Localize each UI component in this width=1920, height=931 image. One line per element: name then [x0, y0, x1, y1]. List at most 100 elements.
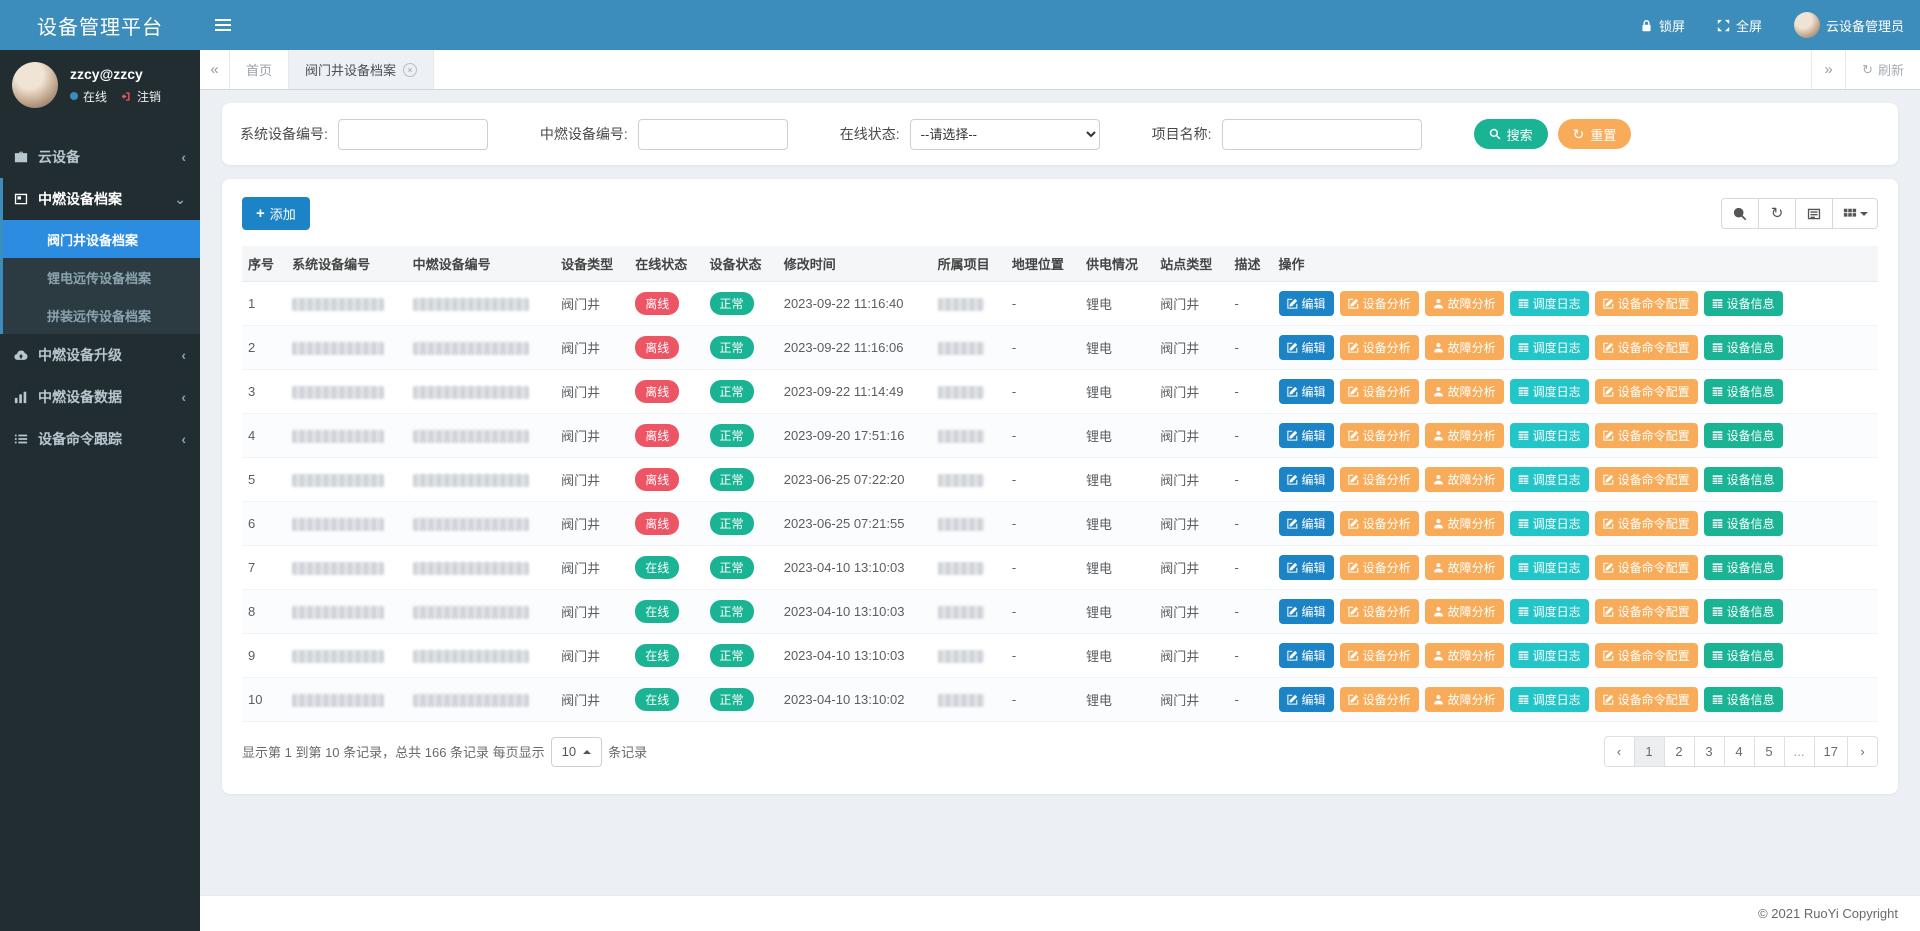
table-columns-button[interactable]	[1832, 198, 1878, 229]
edit-button[interactable]: 编辑	[1279, 379, 1334, 404]
device-command-config-button[interactable]: 设备命令配置	[1595, 643, 1698, 668]
device-info-button[interactable]: 设备信息	[1704, 467, 1783, 492]
fault-analysis-button[interactable]: 故障分析	[1425, 599, 1504, 624]
device-command-config-button[interactable]: 设备命令配置	[1595, 555, 1698, 580]
device-analysis-button[interactable]: 设备分析	[1340, 555, 1419, 580]
dispatch-log-button[interactable]: 调度日志	[1510, 687, 1589, 712]
sidebar-item-device-upgrade[interactable]: 中燃设备升级 ‹	[0, 334, 200, 376]
dispatch-log-button[interactable]: 调度日志	[1510, 423, 1589, 448]
tab-home[interactable]: 首页	[230, 50, 289, 89]
device-info-button[interactable]: 设备信息	[1704, 599, 1783, 624]
device-command-config-button[interactable]: 设备命令配置	[1595, 599, 1698, 624]
table-detail-view-button[interactable]	[1795, 198, 1833, 229]
pagination-prev-button[interactable]: ‹	[1604, 736, 1635, 767]
dispatch-log-button[interactable]: 调度日志	[1510, 599, 1589, 624]
edit-button[interactable]: 编辑	[1279, 555, 1334, 580]
pagination-page-button[interactable]: 4	[1724, 736, 1755, 767]
sidebar-toggle-button[interactable]	[200, 0, 246, 50]
device-analysis-button[interactable]: 设备分析	[1340, 599, 1419, 624]
fault-analysis-button[interactable]: 故障分析	[1425, 467, 1504, 492]
dispatch-log-button[interactable]: 调度日志	[1510, 291, 1589, 316]
add-button[interactable]: + 添加	[242, 197, 310, 230]
pagination-page-button[interactable]: 2	[1664, 736, 1695, 767]
fault-analysis-button[interactable]: 故障分析	[1425, 335, 1504, 360]
device-command-config-button[interactable]: 设备命令配置	[1595, 511, 1698, 536]
edit-button[interactable]: 编辑	[1279, 511, 1334, 536]
logout-button[interactable]: 注销	[122, 88, 161, 105]
edit-button[interactable]: 编辑	[1279, 335, 1334, 360]
device-command-config-button[interactable]: 设备命令配置	[1595, 291, 1698, 316]
device-info-button[interactable]: 设备信息	[1704, 511, 1783, 536]
lock-screen-button[interactable]: 锁屏	[1624, 0, 1701, 50]
device-command-config-button[interactable]: 设备命令配置	[1595, 379, 1698, 404]
device-analysis-button[interactable]: 设备分析	[1340, 511, 1419, 536]
sidebar-item-device-data[interactable]: 中燃设备数据 ‹	[0, 376, 200, 418]
dispatch-log-button[interactable]: 调度日志	[1510, 335, 1589, 360]
device-analysis-button[interactable]: 设备分析	[1340, 291, 1419, 316]
fault-analysis-button[interactable]: 故障分析	[1425, 643, 1504, 668]
sidebar-item-device-archive[interactable]: 中燃设备档案 ⌄	[3, 178, 200, 220]
online-status-select[interactable]: --请选择--	[910, 119, 1100, 150]
device-analysis-button[interactable]: 设备分析	[1340, 335, 1419, 360]
search-button[interactable]: 搜索	[1474, 119, 1548, 149]
sidebar-item-valve-well-archive[interactable]: 阀门井设备档案	[3, 220, 200, 258]
dispatch-log-button[interactable]: 调度日志	[1510, 467, 1589, 492]
sidebar-item-assembled-remote-archive[interactable]: 拼装远传设备档案	[3, 296, 200, 334]
device-analysis-button[interactable]: 设备分析	[1340, 379, 1419, 404]
device-analysis-button[interactable]: 设备分析	[1340, 423, 1419, 448]
tabs-scroll-left-button[interactable]: «	[200, 50, 230, 89]
fault-analysis-button[interactable]: 故障分析	[1425, 379, 1504, 404]
edit-button[interactable]: 编辑	[1279, 467, 1334, 492]
table-refresh-button[interactable]: ↻	[1758, 198, 1796, 229]
edit-button[interactable]: 编辑	[1279, 643, 1334, 668]
tabs-scroll-right-button[interactable]: »	[1811, 50, 1845, 89]
fault-analysis-button[interactable]: 故障分析	[1425, 291, 1504, 316]
tab-close-icon[interactable]: ×	[403, 63, 417, 77]
device-info-button[interactable]: 设备信息	[1704, 687, 1783, 712]
zr-device-id-input[interactable]	[638, 119, 788, 150]
device-info-button[interactable]: 设备信息	[1704, 335, 1783, 360]
tab-refresh-button[interactable]: ↻ 刷新	[1845, 50, 1920, 89]
device-command-config-button[interactable]: 设备命令配置	[1595, 687, 1698, 712]
reset-button[interactable]: ↻ 重置	[1558, 119, 1632, 149]
fault-analysis-button[interactable]: 故障分析	[1425, 423, 1504, 448]
system-device-id-input[interactable]	[338, 119, 488, 150]
tab-valve-well-archive[interactable]: 阀门井设备档案 ×	[289, 50, 434, 89]
edit-button[interactable]: 编辑	[1279, 599, 1334, 624]
fullscreen-button[interactable]: 全屏	[1701, 0, 1778, 50]
pagination-page-button[interactable]: 17	[1814, 736, 1848, 767]
edit-button[interactable]: 编辑	[1279, 291, 1334, 316]
edit-button[interactable]: 编辑	[1279, 687, 1334, 712]
table-search-button[interactable]	[1721, 198, 1759, 229]
dispatch-log-button[interactable]: 调度日志	[1510, 379, 1589, 404]
pagination-page-button[interactable]: 5	[1754, 736, 1785, 767]
pagination-page-button[interactable]: 3	[1694, 736, 1725, 767]
device-info-button[interactable]: 设备信息	[1704, 555, 1783, 580]
device-command-config-button[interactable]: 设备命令配置	[1595, 423, 1698, 448]
project-name-input[interactable]	[1222, 119, 1422, 150]
pagination-next-button[interactable]: ›	[1847, 736, 1878, 767]
sidebar-item-cloud-devices[interactable]: 云设备 ‹	[0, 136, 200, 178]
device-analysis-button[interactable]: 设备分析	[1340, 643, 1419, 668]
device-info-button[interactable]: 设备信息	[1704, 643, 1783, 668]
sidebar-item-lithium-remote-archive[interactable]: 锂电远传设备档案	[3, 258, 200, 296]
device-analysis-button[interactable]: 设备分析	[1340, 467, 1419, 492]
app-title[interactable]: 设备管理平台	[0, 0, 200, 50]
dispatch-log-button[interactable]: 调度日志	[1510, 643, 1589, 668]
device-command-config-button[interactable]: 设备命令配置	[1595, 467, 1698, 492]
fault-analysis-button[interactable]: 故障分析	[1425, 555, 1504, 580]
device-info-button[interactable]: 设备信息	[1704, 423, 1783, 448]
dispatch-log-button[interactable]: 调度日志	[1510, 511, 1589, 536]
device-info-button[interactable]: 设备信息	[1704, 291, 1783, 316]
edit-button[interactable]: 编辑	[1279, 423, 1334, 448]
pagination-page-button[interactable]: 1	[1634, 736, 1665, 767]
device-command-config-button[interactable]: 设备命令配置	[1595, 335, 1698, 360]
page-size-dropdown[interactable]: 10	[551, 737, 602, 767]
fault-analysis-button[interactable]: 故障分析	[1425, 511, 1504, 536]
user-menu[interactable]: 云设备管理员	[1778, 0, 1920, 50]
device-info-button[interactable]: 设备信息	[1704, 379, 1783, 404]
fault-analysis-button[interactable]: 故障分析	[1425, 687, 1504, 712]
dispatch-log-button[interactable]: 调度日志	[1510, 555, 1589, 580]
sidebar-item-command-tracking[interactable]: 设备命令跟踪 ‹	[0, 418, 200, 460]
device-analysis-button[interactable]: 设备分析	[1340, 687, 1419, 712]
